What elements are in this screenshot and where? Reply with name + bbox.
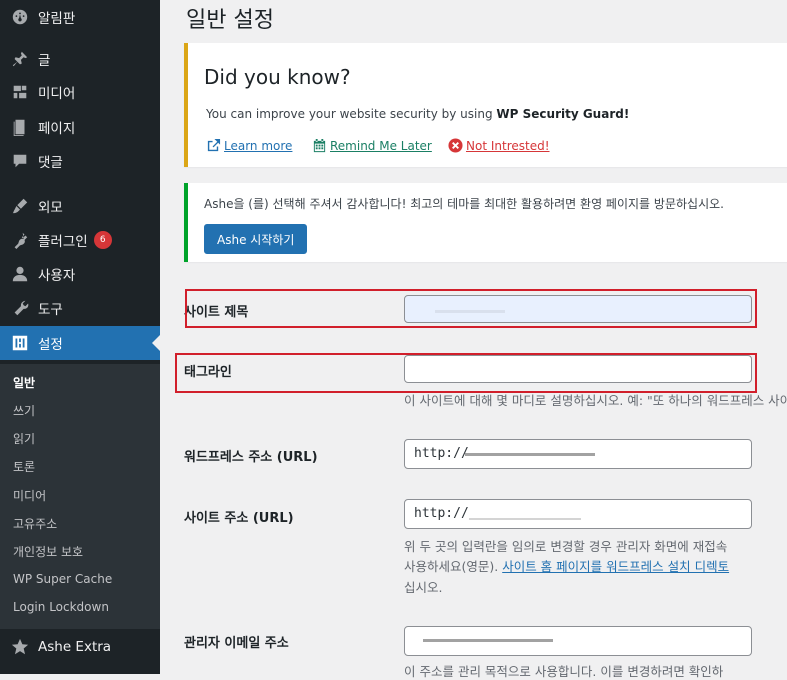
site-url-description-3: 십시오. bbox=[404, 580, 443, 595]
tagline-description: 이 사이트에 대해 몇 마디로 설명하십시오. 예: "또 하나의 워드프레스 … bbox=[404, 393, 787, 408]
external-link-icon bbox=[207, 138, 221, 152]
submenu-writing[interactable]: 쓰기 bbox=[13, 402, 35, 419]
user-icon bbox=[10, 264, 30, 284]
submenu-reading[interactable]: 읽기 bbox=[13, 430, 35, 447]
site-url-description-1: 위 두 곳의 입력란을 임의로 변경할 경우 관리자 화면에 재접속 bbox=[404, 539, 728, 554]
not-interested-label: Not Intrested! bbox=[466, 138, 550, 153]
remind-later-label: Remind Me Later bbox=[330, 138, 432, 153]
remind-later-link[interactable]: Remind Me Later bbox=[312, 138, 432, 153]
redacted-value bbox=[465, 453, 595, 456]
submenu-wp-super-cache[interactable]: WP Super Cache bbox=[13, 572, 112, 586]
submenu-discussion[interactable]: 토론 bbox=[13, 458, 35, 475]
site-url-input[interactable]: http:// bbox=[404, 499, 752, 529]
close-circle-icon bbox=[448, 138, 463, 153]
learn-more-label: Learn more bbox=[224, 138, 293, 153]
submenu-permalinks[interactable]: 고유주소 bbox=[13, 515, 57, 532]
menu-item-ashe-extra[interactable]: Ashe Extra bbox=[0, 630, 160, 664]
pin-icon bbox=[10, 49, 30, 69]
wp-url-input[interactable]: http:// bbox=[404, 439, 752, 469]
wp-url-value: http:// bbox=[414, 446, 469, 461]
ashe-notice-message: Ashe을 (를) 선택해 주셔서 감사합니다! 최고의 테마를 최대한 활용하… bbox=[204, 197, 724, 211]
menu-item-media[interactable]: 미디어 bbox=[0, 75, 160, 109]
calendar-icon bbox=[313, 138, 326, 153]
menu-label: 미디어 bbox=[38, 86, 76, 102]
menu-item-tools[interactable]: 도구 bbox=[0, 291, 160, 325]
highlight-box-site-title bbox=[185, 289, 757, 328]
star-icon bbox=[10, 637, 30, 657]
brush-icon bbox=[10, 196, 30, 216]
submenu-general[interactable]: 일반 bbox=[13, 374, 35, 391]
admin-email-label: 관리자 이메일 주소 bbox=[184, 636, 289, 651]
menu-item-plugins[interactable]: 플러그인 6 bbox=[0, 223, 160, 257]
redacted-value bbox=[423, 639, 553, 642]
notice-title: Did you know? bbox=[204, 65, 351, 89]
menu-label: 도구 bbox=[38, 302, 63, 318]
update-count-badge: 6 bbox=[93, 231, 112, 249]
menu-item-dashboard[interactable]: 알림판 bbox=[0, 0, 160, 34]
ashe-welcome-notice: Ashe을 (를) 선택해 주셔서 감사합니다! 최고의 테마를 최대한 활용하… bbox=[184, 183, 787, 262]
admin-email-input[interactable] bbox=[404, 626, 752, 656]
menu-item-settings[interactable]: 설정 bbox=[0, 326, 160, 360]
menu-item-users[interactable]: 사용자 bbox=[0, 257, 160, 291]
menu-label: 설정 bbox=[38, 337, 63, 353]
menu-label: 알림판 bbox=[38, 11, 76, 27]
plugin-icon bbox=[10, 230, 30, 250]
menu-item-appearance[interactable]: 외모 bbox=[0, 189, 160, 223]
menu-label: 페이지 bbox=[38, 121, 76, 137]
submenu-login-lockdown[interactable]: Login Lockdown bbox=[13, 600, 109, 614]
admin-email-description: 이 주소를 관리 목적으로 사용합니다. 이를 변경하려면 확인하 bbox=[404, 664, 724, 679]
not-interested-link[interactable]: Not Intrested! bbox=[448, 138, 550, 153]
site-url-value: http:// bbox=[414, 506, 469, 521]
menu-item-pages[interactable]: 페이지 bbox=[0, 110, 160, 144]
redacted-value bbox=[469, 518, 581, 520]
media-icon bbox=[10, 82, 30, 102]
wrench-icon bbox=[10, 298, 30, 318]
notice-description: You can improve your website security by… bbox=[206, 107, 629, 121]
learn-more-link[interactable]: Learn more bbox=[206, 138, 292, 153]
menu-label: 외모 bbox=[38, 200, 63, 216]
submenu-privacy[interactable]: 개인정보 보호 bbox=[13, 543, 83, 560]
menu-label: 플러그인 bbox=[38, 234, 88, 250]
dashboard-icon bbox=[10, 7, 30, 27]
notice-desc-text: You can improve your website security by… bbox=[206, 107, 497, 121]
site-url-description-2: 사용하세요(영문). 사이트 홈 페이지를 워드프레스 설치 디렉토 bbox=[404, 556, 729, 575]
menu-item-posts[interactable]: 글 bbox=[0, 42, 160, 76]
page-icon bbox=[10, 117, 30, 137]
comment-icon bbox=[10, 151, 30, 171]
menu-label: 사용자 bbox=[38, 268, 76, 284]
menu-item-comments[interactable]: 댓글 bbox=[0, 144, 160, 178]
highlight-box-tagline bbox=[175, 353, 757, 393]
site-url-label: 사이트 주소 (URL) bbox=[184, 511, 294, 526]
site-home-link[interactable]: 사이트 홈 페이지를 워드프레스 설치 디렉토 bbox=[502, 559, 729, 574]
menu-label: 글 bbox=[38, 53, 51, 69]
did-you-know-notice: Did you know? You can improve your websi… bbox=[184, 43, 787, 167]
admin-sidebar: 알림판 글 미디어 페이지 댓글 외모 플러그인 6 사용자 도구 설정 일반 … bbox=[0, 0, 160, 674]
ashe-get-started-button[interactable]: Ashe 시작하기 bbox=[204, 224, 308, 254]
submenu-media[interactable]: 미디어 bbox=[13, 487, 46, 504]
settings-icon bbox=[10, 333, 30, 353]
menu-label: Ashe Extra bbox=[38, 639, 112, 655]
settings-submenu: 일반 쓰기 읽기 토론 미디어 고유주소 개인정보 보호 WP Super Ca… bbox=[0, 364, 160, 629]
menu-label: 댓글 bbox=[38, 155, 63, 171]
main-content: 일반 설정 Did you know? You can improve your… bbox=[160, 0, 787, 679]
desc-text: 사용하세요(영문). bbox=[404, 559, 503, 574]
wp-url-label: 워드프레스 주소 (URL) bbox=[184, 450, 318, 465]
page-title: 일반 설정 bbox=[186, 8, 274, 33]
notice-desc-bold: WP Security Guard! bbox=[496, 107, 630, 121]
current-menu-arrow bbox=[152, 335, 160, 351]
